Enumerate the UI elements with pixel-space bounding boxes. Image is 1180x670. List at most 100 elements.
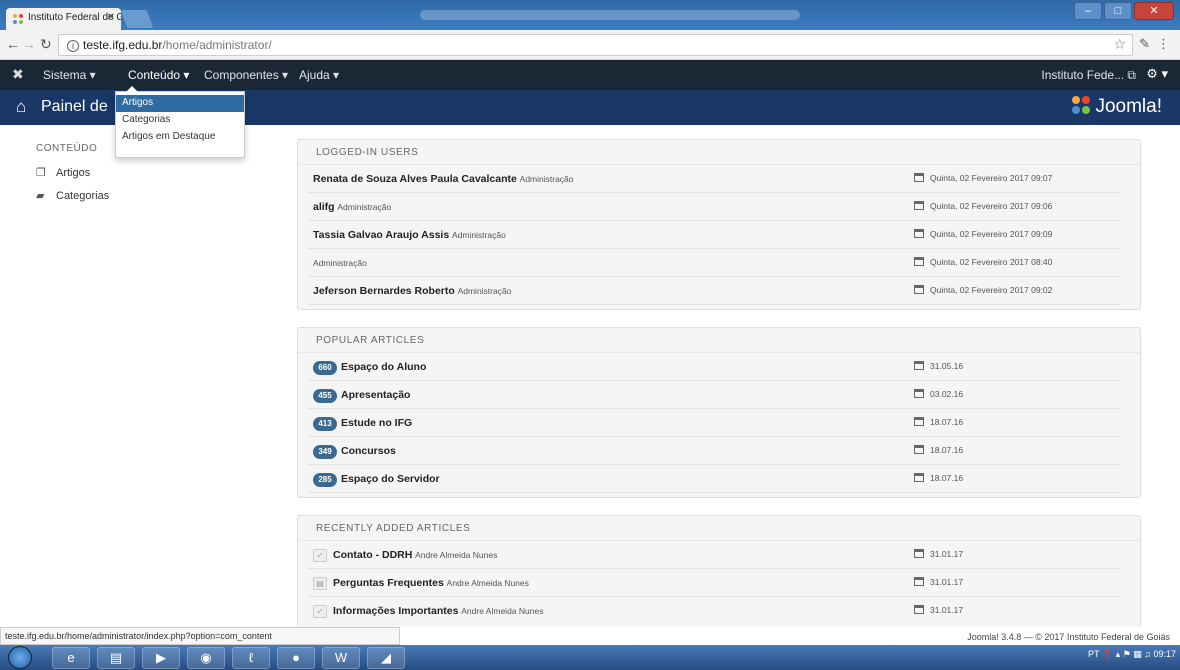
help-icon[interactable]: ❓ bbox=[1102, 649, 1116, 659]
user-role: Administração bbox=[313, 258, 367, 268]
word-icon[interactable]: W bbox=[322, 647, 360, 669]
status-url-tooltip: teste.ifg.edu.br/home/administrator/inde… bbox=[0, 627, 400, 645]
browser-tab-strip: Instituto Federal de Goiá ✕ – □ ✕ bbox=[0, 0, 1180, 30]
table-row: Tassia Galvao Araujo Assis Administração… bbox=[308, 221, 1120, 249]
language-indicator[interactable]: PT bbox=[1088, 649, 1099, 659]
app-icon[interactable]: ◢ bbox=[367, 647, 405, 669]
maximize-icon[interactable]: □ bbox=[1104, 2, 1132, 20]
media-player-icon[interactable]: ▶ bbox=[142, 647, 180, 669]
table-row: 660 Espaço do Aluno 31.05.16 bbox=[308, 353, 1120, 381]
menu-conteudo[interactable]: Conteúdo ▾ bbox=[128, 68, 189, 82]
menu-sistema[interactable]: Sistema ▾ bbox=[43, 68, 96, 82]
minimize-icon[interactable]: – bbox=[1074, 2, 1102, 20]
table-row: ▤ Perguntas Frequentes Andre Almeida Nune… bbox=[308, 569, 1120, 597]
user-role: Administração bbox=[457, 286, 512, 296]
copy-icon: ❐ bbox=[36, 167, 46, 179]
module-title: POPULAR ARTICLES bbox=[298, 328, 1140, 353]
calendar-icon bbox=[914, 445, 924, 454]
calendar-icon bbox=[914, 577, 924, 586]
back-icon[interactable]: ← bbox=[6, 36, 20, 52]
article-title[interactable]: Informações Importantes bbox=[333, 605, 458, 617]
conteudo-dropdown: Artigos Categorias Artigos em Destaque bbox=[115, 86, 245, 158]
sidebar-item-categorias[interactable]: ▰ Categorias bbox=[36, 189, 109, 202]
tab-close-icon[interactable]: ✕ bbox=[107, 12, 115, 23]
sidebar-heading: CONTEÚDO bbox=[36, 143, 98, 154]
article-title[interactable]: Contato - DDRH bbox=[333, 549, 412, 561]
browser-tab[interactable]: Instituto Federal de Goiá ✕ bbox=[6, 8, 121, 30]
article-author: Andre Almeida Nunes bbox=[446, 578, 529, 588]
page-title: Painel de bbox=[41, 98, 108, 115]
table-row: Jeferson Bernardes Roberto Administração… bbox=[308, 277, 1120, 305]
table-row: 413 Estude no IFG 18.07.16 bbox=[308, 409, 1120, 437]
trash-icon[interactable]: ▤ bbox=[313, 577, 327, 590]
address-bar: ← → ↻ i teste.ifg.edu.br/home/administrat… bbox=[0, 30, 1180, 60]
ie-icon[interactable]: e bbox=[52, 647, 90, 669]
article-date: 31.01.17 bbox=[930, 549, 964, 559]
hits-badge: 413 bbox=[313, 417, 337, 431]
table-row: ✓ Contato - DDRH Andre Almeida Nunes 31.0… bbox=[308, 541, 1120, 569]
joomla-favicon-icon bbox=[13, 14, 23, 24]
menu-ajuda[interactable]: Ajuda ▾ bbox=[299, 68, 339, 82]
dropdown-item-artigos-destaque[interactable]: Artigos em Destaque bbox=[116, 129, 244, 146]
article-title[interactable]: Perguntas Frequentes bbox=[333, 577, 444, 589]
brand-text: Joomla! bbox=[1095, 96, 1162, 117]
new-tab-button[interactable] bbox=[120, 10, 154, 28]
tray-icons[interactable]: ▴ ⚑ ▦ ♫ bbox=[1116, 649, 1154, 659]
user-role: Administração bbox=[337, 202, 392, 212]
calendar-icon bbox=[914, 285, 924, 294]
article-title[interactable]: Estude no IFG bbox=[341, 417, 412, 429]
popular-articles-module: POPULAR ARTICLES 660 Espaço do Aluno 31.0… bbox=[297, 327, 1141, 498]
dropdown-item-categorias[interactable]: Categorias bbox=[116, 112, 244, 129]
calendar-icon bbox=[914, 173, 924, 182]
user-gear-icon[interactable]: ⚙ ▾ bbox=[1146, 66, 1168, 82]
calendar-icon bbox=[914, 473, 924, 482]
reload-icon[interactable]: ↻ bbox=[40, 36, 52, 53]
menu-componentes[interactable]: Componentes ▾ bbox=[204, 68, 288, 82]
calendar-icon bbox=[914, 549, 924, 558]
bookmark-star-icon[interactable]: ☆ bbox=[1113, 36, 1126, 53]
calendar-icon bbox=[914, 229, 924, 238]
joomla-logo-icon bbox=[1072, 96, 1091, 114]
joomla-brand: Joomla! bbox=[1071, 95, 1162, 118]
explorer-folder-icon[interactable]: ▤ bbox=[97, 647, 135, 669]
user-name[interactable]: Renata de Souza Alves Paula Cavalcante bbox=[313, 173, 517, 185]
extension-icon[interactable]: ✎ bbox=[1139, 36, 1150, 52]
clock[interactable]: 09:17 bbox=[1153, 649, 1176, 659]
forward-icon[interactable]: → bbox=[22, 36, 36, 52]
browser-menu-icon[interactable]: ⋮ bbox=[1157, 36, 1170, 52]
user-name[interactable]: alifg bbox=[313, 201, 335, 213]
firefox-icon[interactable]: ● bbox=[277, 647, 315, 669]
article-title[interactable]: Apresentação bbox=[341, 389, 410, 401]
start-button[interactable] bbox=[8, 646, 32, 669]
user-name[interactable]: Tassia Galvao Araujo Assis bbox=[313, 229, 449, 241]
sidebar-item-label: Categorias bbox=[56, 190, 110, 202]
article-date: 31.01.17 bbox=[930, 605, 964, 615]
folder-icon: ▰ bbox=[36, 190, 45, 202]
sidebar-item-label: Artigos bbox=[56, 167, 91, 179]
published-check-icon[interactable]: ✓ bbox=[313, 549, 327, 562]
hits-badge: 349 bbox=[313, 445, 337, 459]
site-link[interactable]: Instituto Fede... ⧉ bbox=[1041, 68, 1136, 83]
url-input[interactable]: i teste.ifg.edu.br/home/administrator/ bbox=[58, 34, 1133, 56]
joomla-admin-logo-icon[interactable]: ✖ bbox=[12, 66, 24, 83]
hp-icon[interactable]: ℓ bbox=[232, 647, 270, 669]
article-title[interactable]: Espaço do Servidor bbox=[341, 473, 440, 485]
info-icon[interactable]: i bbox=[67, 40, 79, 52]
article-title[interactable]: Espaço do Aluno bbox=[341, 361, 426, 373]
close-window-icon[interactable]: ✕ bbox=[1134, 2, 1174, 20]
url-path: /home/administrator/ bbox=[162, 38, 272, 52]
window-controls: – □ ✕ bbox=[1074, 2, 1174, 20]
sidebar-item-artigos[interactable]: ❐ Artigos bbox=[36, 166, 90, 179]
footer-copyright: Joomla! 3.4.8 — © 2017 Instituto Federal… bbox=[967, 632, 1170, 642]
url-host: teste.ifg.edu.br bbox=[83, 38, 163, 52]
user-name[interactable]: Jeferson Bernardes Roberto bbox=[313, 285, 455, 297]
table-row: ✓ Informações Importantes Andre Almeida N… bbox=[308, 597, 1120, 625]
chrome-icon[interactable]: ◉ bbox=[187, 647, 225, 669]
article-title[interactable]: Concursos bbox=[341, 445, 396, 457]
published-check-icon[interactable]: ✓ bbox=[313, 605, 327, 618]
calendar-icon bbox=[914, 257, 924, 266]
user-role: Administração bbox=[451, 230, 506, 240]
hits-badge: 285 bbox=[313, 473, 337, 487]
hits-badge: 455 bbox=[313, 389, 337, 403]
dropdown-item-artigos[interactable]: Artigos bbox=[116, 95, 244, 112]
